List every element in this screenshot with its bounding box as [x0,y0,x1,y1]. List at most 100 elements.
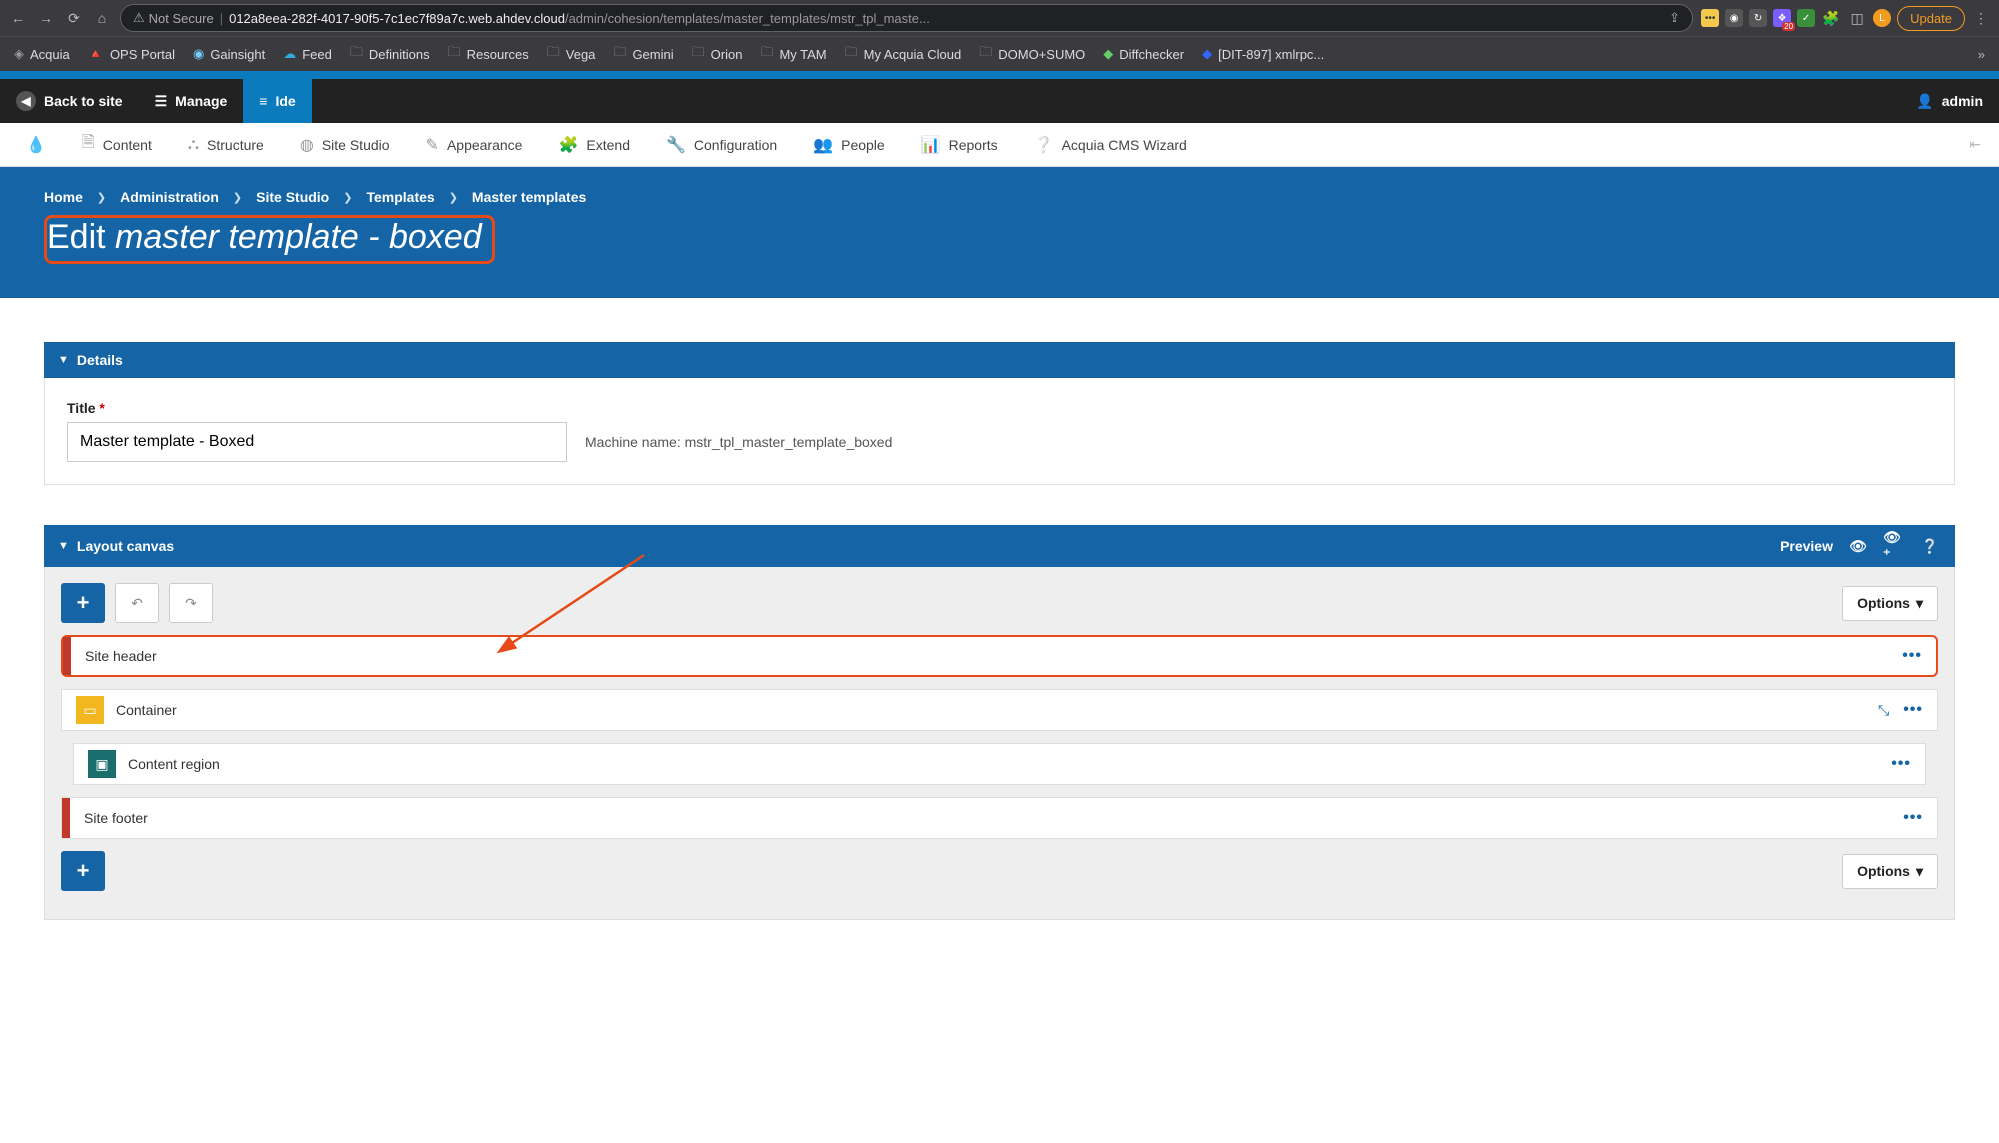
bookmark-favicon: ◆ [1202,46,1212,62]
item-menu-icon[interactable]: ••• [1902,647,1922,665]
omnibox[interactable]: ⚠ Not Secure | 012a8eea-282f-4017-90f5-7… [120,4,1693,32]
caret-down-icon: ▾ [1916,863,1923,880]
bookmark-item[interactable]: ◉Gainsight [193,46,265,62]
nav-home-icon[interactable]: ⌂ [92,10,112,26]
back-to-site-label: Back to site [44,93,123,109]
layout-panel-header[interactable]: ▼ Layout canvas Preview 👁 👁⁺ ❔ [44,525,1955,567]
menu-appearance[interactable]: ✎Appearance [410,123,539,166]
bookmark-item[interactable]: 🗀Resources [448,43,529,65]
bookmark-item[interactable]: ◆Diffchecker [1103,46,1184,62]
bookmark-item[interactable]: 🗀Orion [692,43,743,65]
details-panel-body: Title * Machine name: mstr_tpl_master_te… [44,378,1955,485]
collapse-icon[interactable]: ⤡ [1878,702,1889,719]
canvas-item-content-region[interactable]: ▣ Content region ••• [73,743,1926,785]
extension-icon[interactable]: ✓ [1797,9,1815,27]
breadcrumb-item[interactable]: Administration [120,189,219,205]
menu-content[interactable]: 🗎Content [66,123,168,166]
canvas-item-label: Container [116,702,177,718]
bookmark-item[interactable]: 🗀My TAM [760,43,826,65]
canvas-item-label: Site footer [84,810,148,826]
item-menu-icon[interactable]: ••• [1903,701,1923,719]
menu-extend[interactable]: 🧩Extend [542,123,646,166]
options-button[interactable]: Options▾ [1842,586,1938,621]
folder-icon: 🗀 [448,43,461,65]
bookmarks-overflow-icon[interactable]: » [1978,47,1985,62]
canvas-toolbar-top: + ↶ ↷ Options▾ [61,583,1938,623]
bookmark-item[interactable]: 🔺OPS Portal [88,46,175,62]
ide-button[interactable]: ≡ Ide [243,79,311,123]
layout-panel-title: Layout canvas [77,538,174,554]
caret-down-icon: ▾ [1916,595,1923,612]
chevron-right-icon: ❯ [97,191,106,204]
add-element-button[interactable]: + [61,583,105,623]
page-title-prefix: Edit [47,218,115,256]
extension-icon[interactable]: ••• [1701,9,1719,27]
menu-structure[interactable]: ⛬Structure [172,123,280,166]
menu-site-studio[interactable]: ◍Site Studio [284,123,406,166]
extension-icon[interactable]: ↻ [1749,9,1767,27]
drupal-home-icon[interactable]: 💧 [10,123,62,166]
wrench-icon: 🔧 [666,135,686,155]
extensions-puzzle-icon[interactable]: 🧩 [1821,10,1841,27]
nav-reload-icon[interactable]: ⟳ [64,10,84,27]
share-icon[interactable]: ⇪ [1661,10,1680,26]
bookmark-item[interactable]: 🗀DOMO+SUMO [979,43,1085,65]
manage-button[interactable]: ☰ Manage [139,79,244,123]
canvas-item-site-footer[interactable]: Site footer ••• [61,797,1938,839]
bookmark-item[interactable]: 🗀Definitions [350,43,430,65]
extension-icon[interactable]: ◉ [1725,9,1743,27]
panel-icon[interactable]: ◫ [1847,10,1867,27]
options-button[interactable]: Options▾ [1842,854,1938,889]
eye-gear-icon[interactable]: 👁⁺ [1883,535,1905,557]
folder-icon: 🗀 [845,43,858,65]
folder-icon: 🗀 [547,43,560,65]
eye-icon[interactable]: 👁 [1847,535,1869,557]
extension-icon[interactable]: ❖20 [1773,9,1791,27]
breadcrumb-item[interactable]: Master templates [472,189,586,205]
profile-avatar[interactable]: L [1873,9,1891,27]
drupal-toolbar: ◀ Back to site ☰ Manage ≡ Ide 👤 admin [0,79,1999,123]
item-menu-icon[interactable]: ••• [1891,755,1911,773]
bookmark-item[interactable]: 🗀Vega [547,43,596,65]
menu-reports[interactable]: 📊Reports [905,123,1014,166]
back-to-site-button[interactable]: ◀ Back to site [0,79,139,123]
bookmark-favicon: ◈ [14,46,24,62]
user-label: admin [1942,93,1983,109]
title-input[interactable] [67,422,567,462]
url-path: /admin/cohesion/templates/master_templat… [565,11,930,26]
bookmark-favicon: ◆ [1103,46,1113,62]
chevron-right-icon: ❯ [233,191,242,204]
nav-forward-icon[interactable]: → [36,10,56,26]
user-icon: 👤 [1916,93,1933,110]
item-menu-icon[interactable]: ••• [1903,809,1923,827]
container-icon: ▭ [76,696,104,724]
help-icon[interactable]: ❔ [1919,535,1941,557]
chevron-right-icon: ❯ [449,191,458,204]
update-button[interactable]: Update [1897,6,1965,31]
canvas-item-site-header[interactable]: Site header ••• [61,635,1938,677]
bookmark-item[interactable]: ◆[DIT-897] xmlrpc... [1202,46,1324,62]
menu-configuration[interactable]: 🔧Configuration [650,123,793,166]
redo-button[interactable]: ↷ [169,583,213,623]
details-panel-header[interactable]: ▼ Details [44,342,1955,378]
user-menu[interactable]: 👤 admin [1900,79,1999,123]
menu-acquia-wizard[interactable]: ❔Acquia CMS Wizard [1018,123,1203,166]
bookmark-item[interactable]: ☁Feed [283,46,332,62]
breadcrumb-item[interactable]: Site Studio [256,189,329,205]
canvas-item-container[interactable]: ▭ Container ⤡ ••• [61,689,1938,731]
breadcrumb-item[interactable]: Home [44,189,83,205]
page-title-italic: master template - boxed [115,218,482,256]
add-element-button[interactable]: + [61,851,105,891]
bookmark-item[interactable]: 🗀Gemini [613,43,673,65]
breadcrumb-item[interactable]: Templates [366,189,434,205]
preview-link[interactable]: Preview [1780,538,1833,554]
collapse-toolbar-icon[interactable]: ⇤ [1961,136,1989,153]
bookmark-item[interactable]: ◈Acquia [14,46,70,62]
folder-icon: 🗀 [979,43,992,65]
bookmark-item[interactable]: 🗀My Acquia Cloud [845,43,962,65]
kebab-icon[interactable]: ⋮ [1971,10,1991,27]
menu-people[interactable]: 👥People [797,123,901,166]
undo-button[interactable]: ↶ [115,583,159,623]
nav-back-icon[interactable]: ← [8,10,28,26]
ide-label: Ide [275,93,295,109]
